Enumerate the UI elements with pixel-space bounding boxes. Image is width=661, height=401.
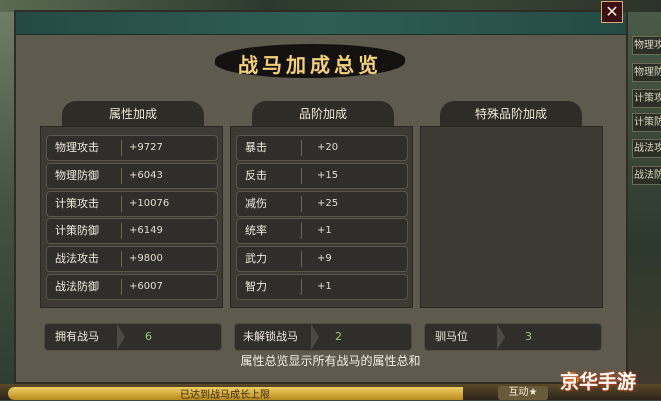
panel-title-banner: 战马加成总览 — [212, 40, 408, 80]
watermark: 京华手游 — [560, 371, 637, 393]
stat-row: 计策攻击 +10076 — [46, 191, 218, 217]
stat-divider — [121, 168, 122, 184]
stat-label: 计策防御 — [55, 224, 99, 237]
stat-divider — [121, 196, 122, 212]
stat-row: 减伤 +25 — [236, 191, 408, 217]
stat-row: 战法防御 +6007 — [46, 274, 218, 300]
close-button[interactable]: ✕ — [601, 1, 623, 23]
side-tab-tactic-attack[interactable]: 战法攻 — [632, 139, 661, 158]
stat-row: 反击 +15 — [236, 163, 408, 189]
page-title: 战马加成总览 — [238, 53, 382, 77]
stat-row: 战法攻击 +9800 — [46, 246, 218, 272]
stat-label: 物理攻击 — [55, 141, 99, 154]
stat-row: 智力 +1 — [236, 274, 408, 300]
stat-divider — [301, 168, 302, 184]
count-value: 3 — [525, 330, 532, 343]
count-value: 2 — [335, 330, 342, 343]
side-tab-strategy-defense[interactable]: 计策防 — [632, 113, 661, 132]
count-arrow — [311, 324, 319, 350]
count-label: 拥有战马 — [55, 330, 99, 343]
stat-row: 计策防御 +6149 — [46, 218, 218, 244]
special-grade-bonus-header: 特殊品阶加成 — [440, 101, 582, 127]
attribute-bonus-header: 属性加成 — [62, 101, 204, 127]
side-tab-physical-attack[interactable]: 物理攻 — [632, 36, 661, 55]
stat-value: +1 — [317, 281, 332, 292]
stat-value: +10076 — [129, 198, 170, 209]
stat-divider — [301, 279, 302, 295]
stat-row: 武力 +9 — [236, 246, 408, 272]
stat-row: 统率 +1 — [236, 218, 408, 244]
stat-divider — [121, 223, 122, 239]
stat-value: +9727 — [129, 142, 163, 153]
stat-label: 统率 — [245, 224, 267, 237]
stat-divider — [121, 140, 122, 156]
special-grade-bonus-panel — [420, 126, 603, 308]
stat-label: 反击 — [245, 169, 267, 182]
stat-value: +25 — [317, 198, 339, 209]
taming-slots-count: 驯马位 3 — [424, 323, 602, 351]
stat-divider — [301, 223, 302, 239]
stat-divider — [121, 279, 122, 295]
count-label: 未解锁战马 — [243, 330, 298, 343]
stat-divider — [301, 140, 302, 156]
side-tab-strategy-attack[interactable]: 计策攻 — [632, 89, 661, 108]
panel-titlebar — [16, 12, 626, 35]
stat-row: 物理防御 +6043 — [46, 163, 218, 189]
stat-divider — [121, 251, 122, 267]
stat-row: 暴击 +20 — [236, 135, 408, 161]
stat-label: 智力 — [245, 280, 267, 293]
stat-value: +6043 — [129, 170, 163, 181]
side-tab-physical-defense[interactable]: 物理防 — [632, 63, 661, 82]
locked-horses-count: 未解锁战马 2 — [234, 323, 412, 351]
game-background-left — [0, 12, 14, 400]
stat-label: 计策攻击 — [55, 197, 99, 210]
interact-button[interactable]: 互动★ — [498, 386, 548, 400]
stat-divider — [301, 196, 302, 212]
stat-value: +20 — [317, 142, 339, 153]
stat-label: 战法防御 — [55, 280, 99, 293]
stat-value: +9 — [317, 253, 332, 264]
stat-label: 战法攻击 — [55, 252, 99, 265]
stat-label: 武力 — [245, 252, 267, 265]
stat-value: +9800 — [129, 253, 163, 264]
growth-progress-text: 已达到战马成长上限 — [180, 390, 270, 401]
stat-divider — [301, 251, 302, 267]
stat-label: 物理防御 — [55, 169, 99, 182]
count-value: 6 — [145, 330, 152, 343]
stat-label: 减伤 — [245, 197, 267, 210]
stat-value: +6007 — [129, 281, 163, 292]
grade-bonus-header: 品阶加成 — [252, 101, 394, 127]
stat-label: 暴击 — [245, 141, 267, 154]
stat-value: +6149 — [129, 225, 163, 236]
stat-value: +1 — [317, 225, 332, 236]
owned-horses-count: 拥有战马 6 — [44, 323, 222, 351]
count-label: 驯马位 — [435, 330, 468, 343]
count-arrow — [497, 324, 505, 350]
stat-value: +15 — [317, 170, 339, 181]
side-tab-tactic-defense[interactable]: 战法防 — [632, 166, 661, 185]
count-arrow — [117, 324, 125, 350]
stat-row: 物理攻击 +9727 — [46, 135, 218, 161]
